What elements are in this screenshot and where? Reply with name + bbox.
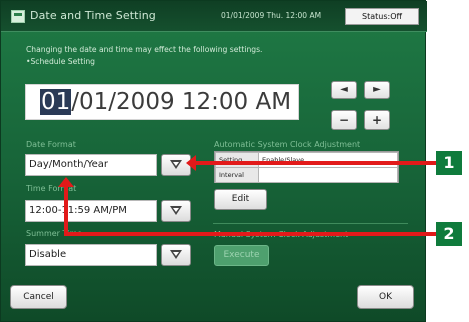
date-format-dropdown-button[interactable] [161, 154, 191, 176]
table-cell: Enable/Slave [258, 152, 398, 168]
auto-clock-table: Setting Enable/Slave Interval [214, 151, 399, 183]
notice-line: Changing the date and time may effect th… [26, 45, 263, 54]
settings-notice: Changing the date and time may effect th… [26, 44, 326, 67]
auto-clock-heading: Automatic System Clock Adjustment [214, 140, 361, 149]
title-bar: Date and Time Setting 01/01/2009 Thu. 12… [1, 1, 427, 32]
decrement-button[interactable]: − [331, 110, 357, 130]
datetime-display[interactable]: 01/01/2009 12:00 AM [25, 84, 299, 120]
table-cell: Setting [215, 152, 259, 168]
window-icon [11, 10, 25, 23]
increment-button[interactable]: + [364, 110, 390, 130]
time-format-dropdown-button[interactable] [161, 200, 191, 222]
time-format-field[interactable]: 12:00-11:59 AM/PM [25, 200, 157, 222]
section-divider [213, 223, 408, 224]
execute-button[interactable]: Execute [214, 245, 269, 266]
window-title: Date and Time Setting [30, 9, 156, 22]
callout-1-badge: 1 [436, 151, 462, 175]
cancel-button[interactable]: Cancel [10, 285, 67, 309]
table-cell: Interval [215, 167, 259, 183]
summer-time-field[interactable]: Disable [25, 244, 157, 266]
selected-field[interactable]: 01 [40, 89, 72, 115]
notice-line: •Schedule Setting [26, 56, 95, 66]
cursor-left-button[interactable]: ◄ [331, 81, 357, 99]
summer-time-dropdown-button[interactable] [161, 244, 191, 266]
status-badge: Status:Off [345, 8, 419, 25]
chevron-down-icon [170, 250, 182, 259]
table-cell [258, 167, 398, 183]
callout-2-badge: 2 [436, 222, 462, 246]
ok-button[interactable]: OK [357, 285, 414, 309]
table-row: Interval [215, 167, 398, 183]
table-row: Setting Enable/Slave [215, 152, 398, 168]
date-format-field[interactable]: Day/Month/Year [25, 154, 157, 176]
edit-button[interactable]: Edit [214, 189, 267, 210]
current-datetime: 01/01/2009 Thu. 12:00 AM [221, 11, 322, 20]
callout-2-line [64, 184, 68, 236]
callout-1-line [190, 161, 436, 165]
callout-2-line [64, 232, 436, 236]
chevron-down-icon [170, 160, 182, 169]
chevron-down-icon [170, 206, 182, 215]
cursor-right-button[interactable]: ► [364, 81, 390, 99]
date-format-label: Date Format [26, 140, 76, 149]
datetime-rest: /01/2009 12:00 AM [71, 89, 292, 115]
